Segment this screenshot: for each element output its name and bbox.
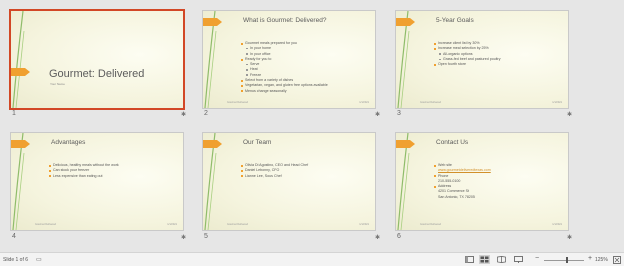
zoom-level[interactable]: 125% bbox=[595, 257, 608, 263]
bullet-item: Open fourth store bbox=[434, 62, 501, 67]
slide-date: 1/1/2021 bbox=[552, 223, 562, 226]
slide-footer: Gourmet Delivered bbox=[420, 223, 441, 226]
slide-footer: Gourmet Delivered bbox=[227, 101, 248, 104]
accent-tag bbox=[203, 18, 222, 26]
fit-slide-icon[interactable] bbox=[613, 256, 621, 266]
star-icon: ✱ bbox=[375, 235, 381, 241]
zoom-in-button[interactable]: + bbox=[588, 255, 592, 262]
slide-date: 1/1/2021 bbox=[359, 223, 369, 226]
slide-thumbnail-2[interactable]: What is Gourmet: Delivered? Gourmet meal… bbox=[203, 11, 375, 108]
bullet-list: Delicious, healthy meals without the wor… bbox=[49, 163, 119, 179]
slide-thumbnail-5[interactable]: Our Team Olivia Di Agostino, CEO and Hea… bbox=[203, 133, 375, 230]
slide-date: 1/1/2021 bbox=[167, 223, 177, 226]
slide-sorter-view-button[interactable] bbox=[479, 255, 490, 264]
slide-thumbnail-1[interactable]: Gourmet: Delivered Your Name bbox=[11, 11, 183, 108]
bullet-list: Gourmet meals prepared for you In your h… bbox=[241, 41, 328, 94]
status-bar: Slide 1 of 6 ▭ − + 125% bbox=[0, 252, 624, 266]
bullet-list: Olivia Di Agostino, CEO and Head Chef Da… bbox=[240, 163, 308, 179]
bullet-list: Web site www.gourmetdeliveredtexas.com P… bbox=[434, 163, 491, 200]
star-icon: ✱ bbox=[567, 235, 573, 241]
zoom-slider[interactable] bbox=[544, 259, 584, 261]
slide-title: Advantages bbox=[51, 139, 86, 146]
bullet-list: Increase client list by 30% Increase mea… bbox=[434, 41, 501, 67]
accent-tag bbox=[396, 140, 415, 148]
slide-title: Contact Us bbox=[436, 139, 469, 146]
slide-thumbnail-6[interactable]: Contact Us Web site www.gourmetdelivered… bbox=[396, 133, 568, 230]
star-icon: ✱ bbox=[567, 112, 573, 118]
slide-title: 5-Year Goals bbox=[436, 17, 474, 24]
zoom-out-button[interactable]: − bbox=[535, 255, 539, 262]
accent-tag bbox=[203, 140, 222, 148]
slide-thumbnail-3[interactable]: 5-Year Goals Increase client list by 30%… bbox=[396, 11, 568, 108]
slide-title: What is Gourmet: Delivered? bbox=[243, 17, 327, 24]
bullet-item: Lianne Lee, Sous Chef bbox=[240, 174, 308, 179]
normal-view-button[interactable] bbox=[464, 255, 475, 264]
zoom-slider-thumb[interactable] bbox=[566, 257, 568, 263]
slide-number: 2 bbox=[204, 110, 208, 117]
slide-number: 1 bbox=[12, 110, 16, 117]
accent-tag bbox=[396, 18, 415, 26]
slide-thumbnail-4[interactable]: Advantages Delicious, healthy meals with… bbox=[11, 133, 183, 230]
leaf-decoration bbox=[12, 11, 25, 108]
slide-number: 6 bbox=[397, 233, 401, 240]
slide-number: 5 bbox=[204, 233, 208, 240]
bullet-item: Less expensive than eating out bbox=[49, 174, 119, 179]
bullet-item: Menus change seasonally bbox=[241, 89, 328, 94]
reading-view-button[interactable] bbox=[496, 255, 507, 264]
slide-indicator: Slide 1 of 6 bbox=[3, 257, 29, 263]
bullet-item: San Antonio, TX 78205 bbox=[438, 194, 475, 199]
slide-subtitle: Your Name bbox=[50, 82, 65, 86]
slide-number: 4 bbox=[12, 233, 16, 240]
star-icon: ✱ bbox=[375, 112, 381, 118]
slide-number: 3 bbox=[397, 110, 401, 117]
slide-footer: Gourmet Delivered bbox=[420, 101, 441, 104]
slide-title: Gourmet: Delivered bbox=[49, 68, 145, 80]
slide-sorter-view: Gourmet: Delivered Your Name 1 ✱ What is… bbox=[0, 0, 624, 252]
accent-tag bbox=[11, 68, 30, 76]
slide-title: Our Team bbox=[243, 139, 272, 146]
slide-footer: Gourmet Delivered bbox=[35, 223, 56, 226]
star-icon: ✱ bbox=[181, 112, 187, 118]
slideshow-button[interactable] bbox=[513, 255, 524, 264]
slide-date: 1/1/2021 bbox=[359, 101, 369, 104]
slide-footer: Gourmet Delivered bbox=[227, 223, 248, 226]
slide-date: 1/1/2021 bbox=[552, 101, 562, 104]
spell-check-icon[interactable]: ▭ bbox=[36, 256, 42, 263]
star-icon: ✱ bbox=[181, 235, 187, 241]
accent-tag bbox=[11, 140, 30, 148]
